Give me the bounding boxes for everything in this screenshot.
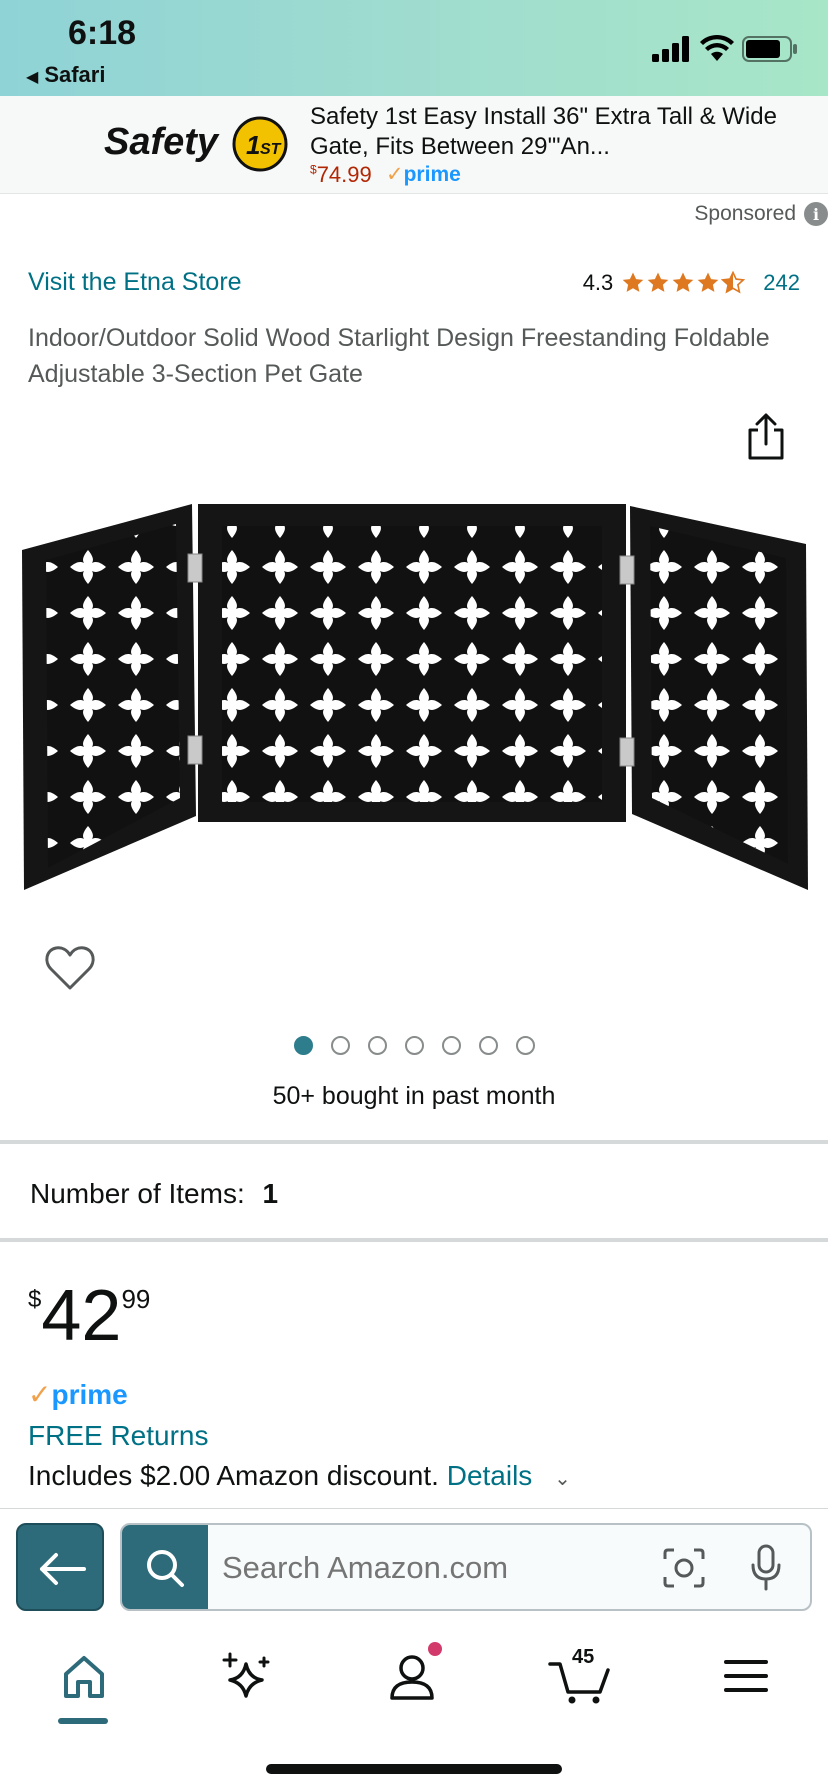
- wishlist-heart-icon[interactable]: [44, 944, 96, 992]
- status-time: 6:18: [68, 14, 137, 52]
- microphone-icon[interactable]: [750, 1543, 782, 1593]
- gallery-dot[interactable]: [441, 1036, 461, 1055]
- prime-check-icon: ✓: [386, 163, 404, 186]
- menu-hamburger-icon[interactable]: [716, 1646, 776, 1706]
- status-bar: 6:18 ◀ Safari: [0, 0, 828, 96]
- prime-check-icon: ✓: [28, 1379, 52, 1410]
- search-button[interactable]: [122, 1525, 208, 1609]
- back-app-label: Safari: [44, 62, 106, 87]
- back-button[interactable]: [16, 1523, 104, 1611]
- gallery-dot[interactable]: [330, 1036, 350, 1055]
- gallery-dot[interactable]: [367, 1036, 387, 1055]
- share-icon[interactable]: [744, 412, 788, 462]
- gallery-dot[interactable]: [293, 1036, 313, 1055]
- product-title: Indoor/Outdoor Solid Wood Starlight Desi…: [28, 324, 770, 388]
- prime-badge: ✓prime: [28, 1379, 128, 1410]
- number-of-items-selector[interactable]: Number of Items: 1: [30, 1178, 278, 1210]
- notification-badge: [428, 1642, 442, 1656]
- rating-summary[interactable]: 4.3 242: [583, 270, 800, 296]
- free-returns-link[interactable]: FREE Returns: [28, 1420, 209, 1452]
- gallery-dot[interactable]: [515, 1036, 535, 1055]
- bottom-tab-bar: 45: [0, 1612, 828, 1792]
- product-price: $4299: [28, 1276, 151, 1356]
- discount-text: Includes $2.00 Amazon discount.: [28, 1460, 439, 1491]
- cart-count-badge: 45: [572, 1646, 595, 1668]
- arrow-left-icon: [40, 1553, 86, 1585]
- search-input[interactable]: [222, 1543, 622, 1593]
- search-icon: [147, 1550, 184, 1587]
- battery-icon: [742, 36, 797, 62]
- star-full-icon: [647, 272, 669, 292]
- section-divider: [0, 1140, 828, 1144]
- svg-text:Safety: Safety: [104, 121, 220, 163]
- discount-info: Includes $2.00 Amazon discount. Details …: [28, 1460, 571, 1492]
- discount-details-link[interactable]: Details: [447, 1460, 533, 1491]
- sponsored-label[interactable]: Sponsored i: [694, 202, 828, 226]
- svg-text:ST: ST: [260, 141, 282, 158]
- section-divider: [0, 1238, 828, 1242]
- product-image[interactable]: [16, 498, 816, 898]
- sparkle-assistant-icon[interactable]: [218, 1646, 278, 1706]
- search-box[interactable]: [120, 1523, 812, 1611]
- star-full-icon: [672, 272, 694, 292]
- ad-price: $74.99: [310, 162, 372, 187]
- chevron-down-icon[interactable]: ⌄: [554, 1468, 571, 1490]
- visit-store-link[interactable]: Visit the Etna Store: [28, 268, 242, 297]
- star-rating: [621, 271, 746, 295]
- svg-text:1: 1: [246, 130, 260, 160]
- rating-count-link[interactable]: 242: [763, 270, 800, 296]
- star-full-icon: [697, 272, 719, 292]
- gallery-dot[interactable]: [404, 1036, 424, 1055]
- ad-prime-badge: ✓prime: [386, 163, 461, 186]
- safety-1st-logo: Safety 1 ST: [104, 116, 288, 172]
- bottom-search-bar: [0, 1508, 828, 1612]
- home-indicator[interactable]: [266, 1764, 562, 1774]
- gallery-dot[interactable]: [478, 1036, 498, 1055]
- rating-value: 4.3: [582, 270, 614, 295]
- gallery-pagination[interactable]: [0, 1036, 828, 1055]
- info-icon[interactable]: i: [804, 202, 828, 226]
- number-of-items-label: Number of Items:: [30, 1178, 245, 1209]
- back-to-safari-link[interactable]: ◀ Safari: [26, 62, 105, 88]
- ad-product-title[interactable]: Safety 1st Easy Install 36" Extra Tall &…: [310, 102, 820, 162]
- star-half-icon: [721, 271, 746, 294]
- camera-search-icon[interactable]: [662, 1547, 706, 1589]
- wifi-icon: [700, 34, 734, 61]
- back-triangle-icon: ◀: [26, 69, 39, 86]
- active-tab-indicator: [58, 1718, 108, 1724]
- star-full-icon: [622, 272, 644, 292]
- sponsored-ad-banner[interactable]: Safety 1 ST Safety 1st Easy Install 36" …: [0, 96, 828, 194]
- number-of-items-value: 1: [262, 1178, 279, 1209]
- cellular-signal-icon: [652, 36, 689, 62]
- bought-in-past-month: 50+ bought in past month: [272, 1082, 556, 1110]
- home-icon[interactable]: [54, 1646, 114, 1706]
